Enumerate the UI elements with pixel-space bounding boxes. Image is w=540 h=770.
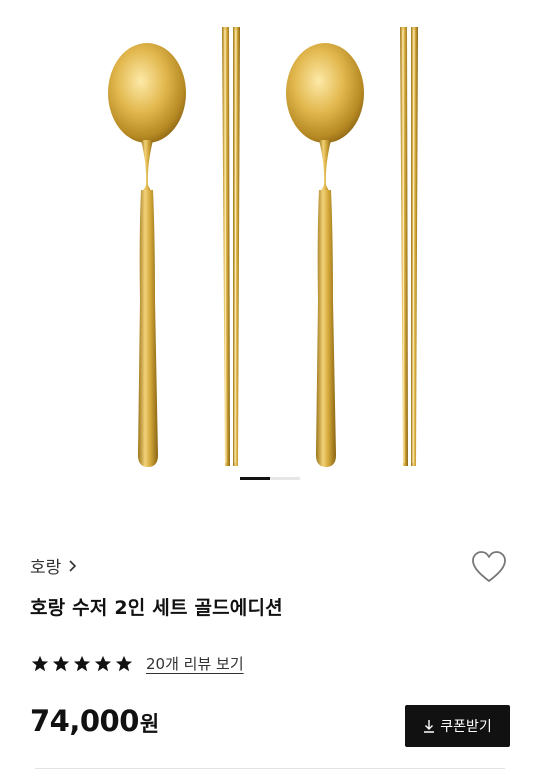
product-image [108, 27, 418, 467]
brand-name: 호랑 [30, 558, 62, 578]
download-icon [424, 720, 435, 733]
gallery-indicator[interactable] [270, 477, 300, 480]
star-icon [115, 655, 133, 671]
spoon-left [108, 43, 186, 467]
product-title: 호랑 수저 2인 세트 골드에디션 [30, 597, 283, 619]
product-image-gallery[interactable] [0, 0, 540, 500]
price-value: 74,000 [30, 704, 139, 738]
coupon-download-button[interactable]: 쿠폰받기 [405, 705, 510, 747]
star-icon [73, 655, 91, 671]
review-link[interactable]: 20개 리뷰 보기 [146, 653, 244, 674]
price-currency: 원 [139, 712, 160, 736]
coupon-button-label: 쿠폰받기 [440, 719, 492, 735]
chopsticks-right [400, 27, 418, 466]
chopsticks-left [222, 27, 240, 466]
rating-row: 20개 리뷰 보기 [31, 653, 244, 674]
spoon-right [286, 43, 364, 467]
star-icon [94, 655, 112, 671]
wishlist-button[interactable] [471, 550, 507, 584]
star-icon [52, 655, 70, 671]
price: 74,000 원 [30, 704, 159, 738]
gallery-indicator-active[interactable] [240, 477, 270, 480]
chevron-right-icon [69, 559, 77, 572]
divider [35, 768, 505, 769]
heart-icon [472, 551, 506, 582]
star-rating [31, 655, 133, 673]
brand-link[interactable]: 호랑 [30, 553, 79, 578]
star-icon [31, 655, 49, 671]
